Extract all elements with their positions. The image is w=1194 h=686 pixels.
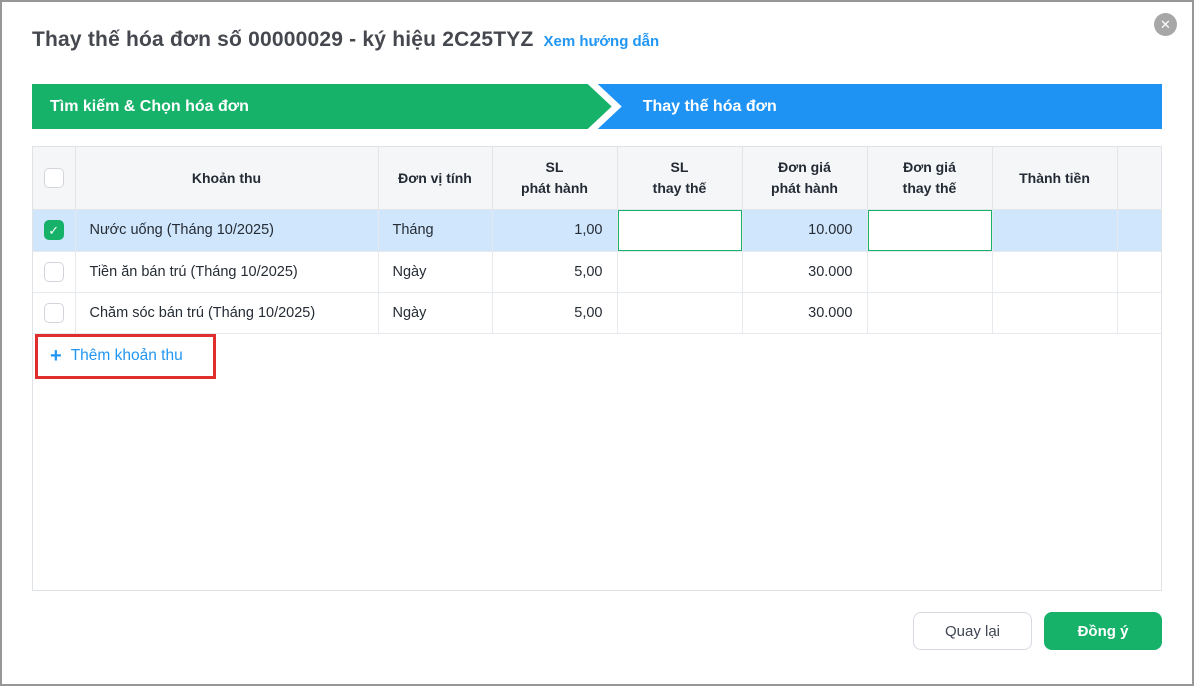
help-guide-link[interactable]: Xem hướng dẫn: [543, 33, 659, 50]
qty-replace-cell: [617, 251, 742, 292]
unit-cell: Ngày: [378, 292, 492, 333]
filler-cell: [1117, 209, 1162, 251]
qty-replace-cell: [617, 292, 742, 333]
page-title: Thay thế hóa đơn số 00000029 - ký hiệu 2…: [32, 28, 533, 52]
add-fee-item-link[interactable]: + Thêm khoản thu: [50, 346, 183, 366]
back-button[interactable]: Quay lại: [913, 612, 1032, 650]
price-replace-cell: [867, 251, 992, 292]
qty-replace-input[interactable]: [618, 210, 742, 251]
fee-name-cell: Chăm sóc bán trú (Tháng 10/2025): [75, 292, 378, 333]
column-header: Đơn vị tính: [378, 147, 492, 209]
table-row: Tiền ăn bán trú (Tháng 10/2025)Ngày5,00 3…: [33, 251, 1162, 292]
column-header: SL thay thế: [617, 147, 742, 209]
plus-icon: +: [50, 346, 62, 366]
select-all-checkbox[interactable]: [44, 168, 64, 188]
price-replace-cell: [867, 292, 992, 333]
column-header: Khoản thu: [75, 147, 378, 209]
row-checkbox[interactable]: ✓: [44, 220, 64, 240]
total-cell: [992, 251, 1117, 292]
column-header: [1117, 147, 1162, 209]
dialog-header: Thay thế hóa đơn số 00000029 - ký hiệu 2…: [2, 2, 1192, 52]
row-checkbox[interactable]: [44, 262, 64, 282]
step-replace-invoice[interactable]: Thay thế hóa đơn: [598, 84, 1162, 129]
close-icon[interactable]: ✕: [1154, 13, 1177, 36]
invoice-items-panel: Khoản thuĐơn vị tínhSL phát hànhSL thay …: [32, 146, 1162, 591]
row-checkbox[interactable]: [44, 303, 64, 323]
invoice-items-table: Khoản thuĐơn vị tínhSL phát hànhSL thay …: [33, 147, 1162, 334]
dialog-footer: Quay lại Đồng ý: [32, 612, 1162, 650]
table-row: Chăm sóc bán trú (Tháng 10/2025)Ngày5,00…: [33, 292, 1162, 333]
qty-issued-cell: 5,00: [492, 292, 617, 333]
fee-name-cell: Nước uống (Tháng 10/2025): [75, 209, 378, 251]
qty-issued-cell: 5,00: [492, 251, 617, 292]
column-header: Đơn giá phát hành: [742, 147, 867, 209]
confirm-button[interactable]: Đồng ý: [1044, 612, 1162, 650]
step-search-select[interactable]: Tìm kiếm & Chọn hóa đơn: [32, 84, 612, 129]
price-issued-cell: 30.000: [742, 251, 867, 292]
add-fee-item-label: Thêm khoản thu: [71, 347, 183, 365]
table-header: Khoản thuĐơn vị tínhSL phát hànhSL thay …: [33, 147, 1162, 209]
step-replace-invoice-label: Thay thế hóa đơn: [643, 98, 777, 116]
step-bar: Tìm kiếm & Chọn hóa đơn Thay thế hóa đơn: [32, 84, 1162, 129]
table-row: ✓ Nước uống (Tháng 10/2025)Tháng1,00 10.00…: [33, 209, 1162, 251]
price-replace-input[interactable]: [868, 210, 992, 251]
filler-cell: [1117, 292, 1162, 333]
total-cell: [992, 292, 1117, 333]
column-header: SL phát hành: [492, 147, 617, 209]
replace-invoice-dialog: ✕ Thay thế hóa đơn số 00000029 - ký hiệu…: [0, 0, 1194, 686]
price-issued-cell: 10.000: [742, 209, 867, 251]
filler-cell: [1117, 251, 1162, 292]
qty-issued-cell: 1,00: [492, 209, 617, 251]
total-cell: [992, 209, 1117, 251]
add-row: + Thêm khoản thu: [33, 334, 1161, 379]
step-search-select-label: Tìm kiếm & Chọn hóa đơn: [50, 98, 249, 116]
unit-cell: Ngày: [378, 251, 492, 292]
fee-name-cell: Tiền ăn bán trú (Tháng 10/2025): [75, 251, 378, 292]
unit-cell: Tháng: [378, 209, 492, 251]
column-header: Đơn giá thay thế: [867, 147, 992, 209]
column-header: Thành tiền: [992, 147, 1117, 209]
price-issued-cell: 30.000: [742, 292, 867, 333]
